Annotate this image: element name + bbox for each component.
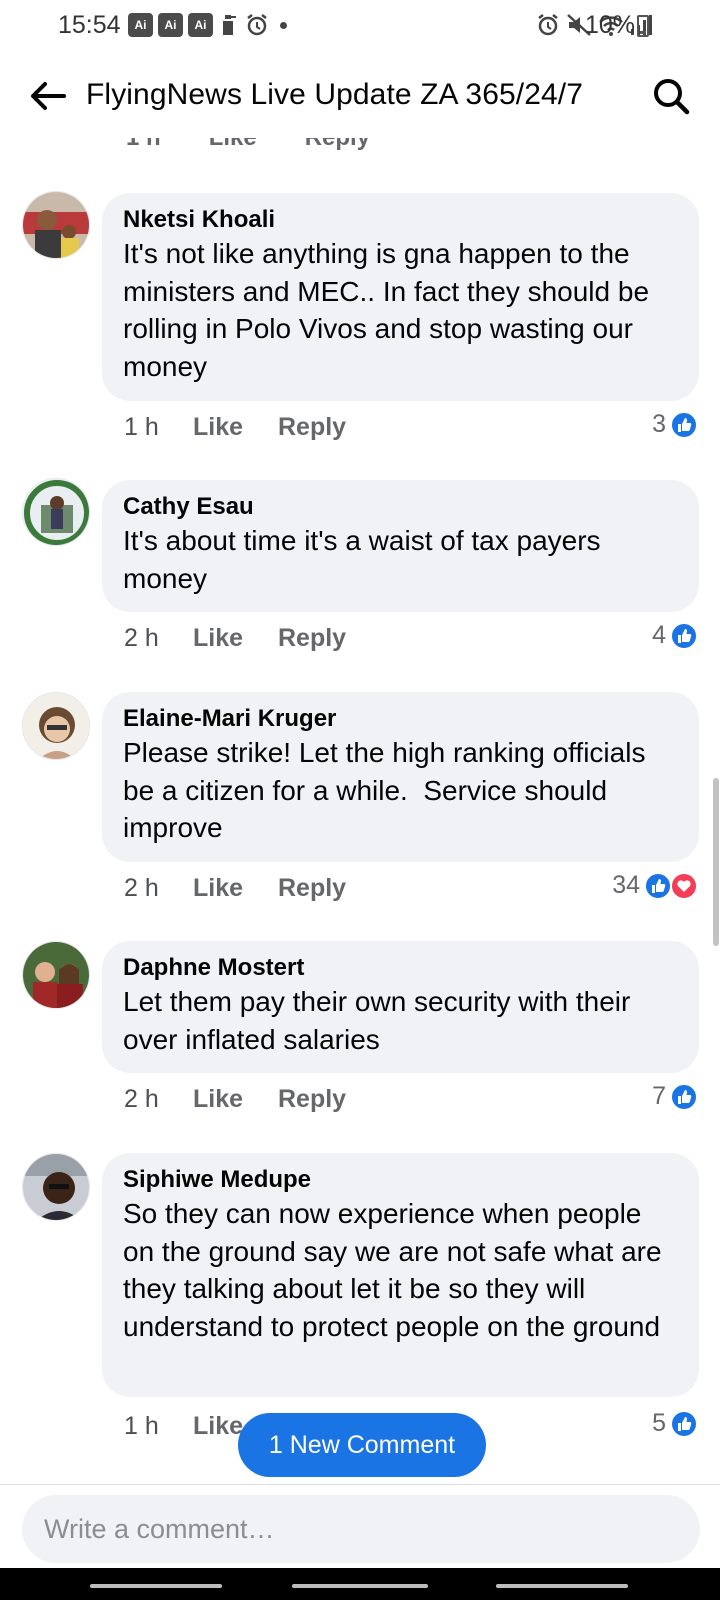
alarm-clock-icon (247, 14, 267, 36)
ai-badge-icon: Ai (188, 13, 213, 37)
scrollbar[interactable] (713, 778, 719, 946)
avatar[interactable] (22, 1153, 90, 1221)
battery-icon (637, 15, 649, 37)
comment-bubble[interactable]: Daphne Mostert Let them pay their own se… (102, 941, 699, 1073)
reply-button[interactable]: Reply (278, 874, 346, 903)
comment-bubble[interactable]: Siphiwe Medupe So they can now experienc… (102, 1153, 699, 1397)
love-reaction-icon (670, 871, 698, 900)
reaction-count: 3 (652, 410, 666, 438)
comment-author[interactable]: Cathy Esau (123, 492, 679, 522)
reply-button[interactable]: Reply (278, 624, 346, 653)
comment-author[interactable]: Daphne Mostert (123, 953, 679, 983)
comment-author[interactable]: Elaine-Mari Kruger (123, 704, 679, 734)
nav-recents-button[interactable] (90, 1584, 222, 1588)
status-bar: 15:54 Ai Ai Ai 10% (0, 0, 720, 56)
comment-text: It's not like anything is gna happen to … (123, 238, 657, 382)
alarm-icon (538, 14, 558, 36)
comment-time: 2 h (124, 874, 159, 902)
comment-bubble[interactable]: Cathy Esau It's about time it's a waist … (102, 480, 699, 612)
comment-time: 2 h (124, 624, 159, 652)
status-time: 15:54 (58, 11, 121, 39)
comment-author[interactable]: Nketsi Khoali (123, 205, 679, 235)
like-reaction-icon (670, 621, 698, 650)
comment-text: So they can now experience when people o… (123, 1198, 670, 1342)
ai-badge-icon: Ai (128, 13, 153, 37)
comment-text: Please strike! Let the high ranking offi… (123, 737, 654, 843)
like-button[interactable]: Like (193, 413, 278, 442)
reaction-count: 34 (612, 871, 640, 899)
like-reaction-icon (670, 1082, 698, 1111)
like-reaction-icon (670, 410, 698, 439)
page-header: FlyingNews Live Update ZA 365/24/7 (0, 56, 720, 138)
like-button[interactable]: Like (193, 874, 278, 903)
nav-home-button[interactable] (292, 1584, 428, 1588)
comment-time: 1 h (124, 413, 159, 441)
comment-actions: 2 h Like Reply (124, 624, 346, 653)
comment-author[interactable]: Siphiwe Medupe (123, 1165, 679, 1195)
search-icon[interactable] (651, 76, 691, 116)
avatar[interactable] (22, 692, 90, 760)
nav-back-button[interactable] (496, 1584, 628, 1588)
reaction-summary[interactable]: 34 (612, 871, 698, 900)
comment-time: 1 h (124, 1412, 159, 1440)
reaction-summary[interactable]: 5 (652, 1409, 698, 1438)
comment-actions: 2 h Like Reply (124, 1085, 346, 1114)
comment-bubble[interactable]: Elaine-Mari Kruger Please strike! Let th… (102, 692, 699, 862)
new-comment-button[interactable]: 1 New Comment (238, 1413, 486, 1477)
comment-actions: 1 h Like Reply (124, 413, 346, 442)
system-nav-bar (0, 1568, 720, 1600)
avatar[interactable] (22, 191, 90, 259)
spray-bottle-icon (223, 15, 236, 35)
reaction-count: 7 (652, 1082, 666, 1110)
like-reaction-icon (670, 1409, 698, 1438)
reply-button[interactable]: Reply (278, 1085, 346, 1114)
page-title: FlyingNews Live Update ZA 365/24/7 (86, 78, 584, 111)
comment-input[interactable] (22, 1495, 700, 1563)
reaction-count: 4 (652, 621, 666, 649)
reaction-summary[interactable]: 4 (652, 621, 698, 650)
status-left-icons: Ai Ai Ai (128, 13, 287, 37)
ai-badge-icon: Ai (158, 13, 183, 37)
avatar[interactable] (22, 478, 90, 546)
notification-dot-icon (280, 21, 287, 29)
reaction-count: 5 (652, 1409, 666, 1437)
comment-time: 2 h (124, 1085, 159, 1113)
comment-text: Let them pay their own security with the… (123, 986, 639, 1055)
comment-actions: 2 h Like Reply (124, 874, 346, 903)
like-button[interactable]: Like (193, 1085, 278, 1114)
like-reaction-icon (644, 871, 672, 900)
comment-bubble[interactable]: Nketsi Khoali It's not like anything is … (102, 193, 699, 401)
comment-composer (0, 1484, 720, 1568)
avatar[interactable] (22, 941, 90, 1009)
arrow-left-icon[interactable] (28, 76, 68, 116)
reaction-summary[interactable]: 3 (652, 410, 698, 439)
battery-level: 10% (585, 11, 636, 39)
comment-text: It's about time it's a waist of tax paye… (123, 525, 609, 594)
reaction-summary[interactable]: 7 (652, 1082, 698, 1111)
like-button[interactable]: Like (193, 624, 278, 653)
reply-button[interactable]: Reply (278, 413, 346, 442)
